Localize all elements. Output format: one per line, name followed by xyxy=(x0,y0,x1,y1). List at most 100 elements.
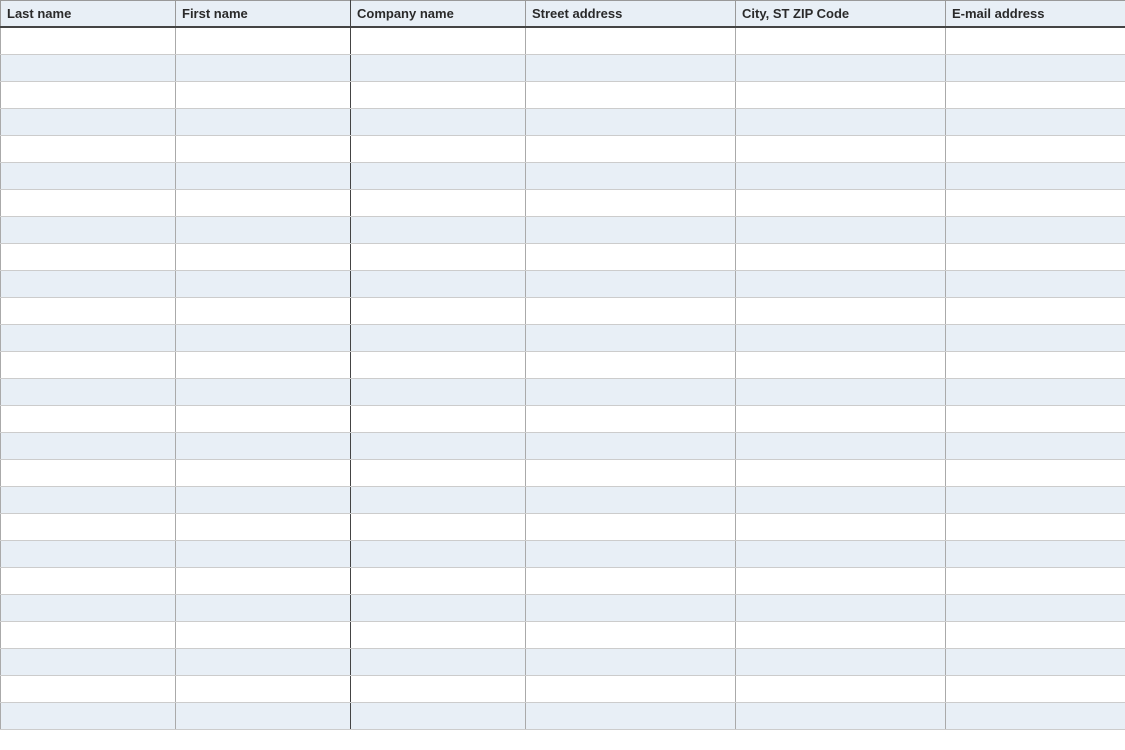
cell-street-address[interactable] xyxy=(526,108,736,135)
cell-email[interactable] xyxy=(946,189,1125,216)
cell-company-name[interactable] xyxy=(351,108,526,135)
cell-last-name[interactable] xyxy=(1,378,176,405)
cell-last-name[interactable] xyxy=(1,702,176,729)
cell-street-address[interactable] xyxy=(526,54,736,81)
cell-city-st-zip[interactable] xyxy=(736,540,946,567)
cell-city-st-zip[interactable] xyxy=(736,297,946,324)
cell-company-name[interactable] xyxy=(351,351,526,378)
cell-street-address[interactable] xyxy=(526,405,736,432)
cell-last-name[interactable] xyxy=(1,594,176,621)
cell-first-name[interactable] xyxy=(176,378,351,405)
cell-street-address[interactable] xyxy=(526,540,736,567)
cell-first-name[interactable] xyxy=(176,594,351,621)
cell-last-name[interactable] xyxy=(1,648,176,675)
cell-last-name[interactable] xyxy=(1,270,176,297)
cell-company-name[interactable] xyxy=(351,135,526,162)
cell-last-name[interactable] xyxy=(1,108,176,135)
header-city-st-zip[interactable]: City, ST ZIP Code xyxy=(736,1,946,28)
cell-company-name[interactable] xyxy=(351,189,526,216)
cell-street-address[interactable] xyxy=(526,459,736,486)
cell-city-st-zip[interactable] xyxy=(736,459,946,486)
cell-email[interactable] xyxy=(946,162,1125,189)
cell-first-name[interactable] xyxy=(176,135,351,162)
cell-company-name[interactable] xyxy=(351,432,526,459)
cell-last-name[interactable] xyxy=(1,216,176,243)
cell-email[interactable] xyxy=(946,108,1125,135)
cell-first-name[interactable] xyxy=(176,513,351,540)
cell-street-address[interactable] xyxy=(526,648,736,675)
cell-company-name[interactable] xyxy=(351,297,526,324)
cell-first-name[interactable] xyxy=(176,459,351,486)
cell-city-st-zip[interactable] xyxy=(736,702,946,729)
cell-city-st-zip[interactable] xyxy=(736,27,946,54)
cell-first-name[interactable] xyxy=(176,567,351,594)
cell-first-name[interactable] xyxy=(176,216,351,243)
cell-street-address[interactable] xyxy=(526,378,736,405)
cell-first-name[interactable] xyxy=(176,189,351,216)
cell-city-st-zip[interactable] xyxy=(736,108,946,135)
cell-email[interactable] xyxy=(946,351,1125,378)
cell-email[interactable] xyxy=(946,378,1125,405)
cell-city-st-zip[interactable] xyxy=(736,405,946,432)
cell-company-name[interactable] xyxy=(351,81,526,108)
cell-email[interactable] xyxy=(946,486,1125,513)
cell-email[interactable] xyxy=(946,621,1125,648)
cell-last-name[interactable] xyxy=(1,540,176,567)
cell-last-name[interactable] xyxy=(1,513,176,540)
cell-email[interactable] xyxy=(946,459,1125,486)
cell-company-name[interactable] xyxy=(351,54,526,81)
cell-first-name[interactable] xyxy=(176,270,351,297)
cell-street-address[interactable] xyxy=(526,27,736,54)
cell-email[interactable] xyxy=(946,594,1125,621)
cell-last-name[interactable] xyxy=(1,243,176,270)
cell-street-address[interactable] xyxy=(526,270,736,297)
cell-street-address[interactable] xyxy=(526,567,736,594)
cell-email[interactable] xyxy=(946,243,1125,270)
cell-email[interactable] xyxy=(946,324,1125,351)
cell-email[interactable] xyxy=(946,648,1125,675)
cell-city-st-zip[interactable] xyxy=(736,135,946,162)
cell-company-name[interactable] xyxy=(351,270,526,297)
cell-street-address[interactable] xyxy=(526,351,736,378)
cell-email[interactable] xyxy=(946,54,1125,81)
cell-street-address[interactable] xyxy=(526,432,736,459)
header-last-name[interactable]: Last name xyxy=(1,1,176,28)
cell-street-address[interactable] xyxy=(526,621,736,648)
header-company-name[interactable]: Company name xyxy=(351,1,526,28)
cell-email[interactable] xyxy=(946,567,1125,594)
cell-company-name[interactable] xyxy=(351,216,526,243)
cell-first-name[interactable] xyxy=(176,297,351,324)
cell-first-name[interactable] xyxy=(176,324,351,351)
cell-company-name[interactable] xyxy=(351,243,526,270)
cell-first-name[interactable] xyxy=(176,351,351,378)
cell-first-name[interactable] xyxy=(176,540,351,567)
cell-last-name[interactable] xyxy=(1,621,176,648)
header-first-name[interactable]: First name xyxy=(176,1,351,28)
cell-city-st-zip[interactable] xyxy=(736,351,946,378)
cell-city-st-zip[interactable] xyxy=(736,54,946,81)
cell-last-name[interactable] xyxy=(1,162,176,189)
cell-first-name[interactable] xyxy=(176,108,351,135)
cell-company-name[interactable] xyxy=(351,540,526,567)
cell-city-st-zip[interactable] xyxy=(736,324,946,351)
cell-city-st-zip[interactable] xyxy=(736,81,946,108)
cell-company-name[interactable] xyxy=(351,648,526,675)
cell-email[interactable] xyxy=(946,675,1125,702)
cell-last-name[interactable] xyxy=(1,675,176,702)
cell-street-address[interactable] xyxy=(526,189,736,216)
cell-first-name[interactable] xyxy=(176,81,351,108)
cell-first-name[interactable] xyxy=(176,486,351,513)
cell-last-name[interactable] xyxy=(1,459,176,486)
cell-company-name[interactable] xyxy=(351,513,526,540)
cell-last-name[interactable] xyxy=(1,297,176,324)
cell-company-name[interactable] xyxy=(351,675,526,702)
cell-first-name[interactable] xyxy=(176,27,351,54)
cell-first-name[interactable] xyxy=(176,621,351,648)
cell-street-address[interactable] xyxy=(526,324,736,351)
cell-street-address[interactable] xyxy=(526,135,736,162)
header-street-address[interactable]: Street address xyxy=(526,1,736,28)
cell-company-name[interactable] xyxy=(351,162,526,189)
cell-email[interactable] xyxy=(946,135,1125,162)
cell-last-name[interactable] xyxy=(1,567,176,594)
cell-company-name[interactable] xyxy=(351,594,526,621)
